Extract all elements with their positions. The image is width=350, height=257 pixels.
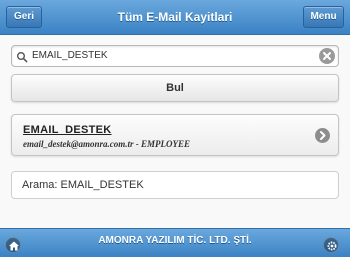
result-title: EMAIL_DESTEK (23, 124, 112, 136)
clear-icon[interactable] (319, 48, 335, 64)
back-button[interactable]: Geri (6, 6, 42, 28)
chevron-right-icon (315, 128, 330, 143)
find-button[interactable]: Bul (11, 74, 339, 102)
page-title: Tüm E-Mail Kayitlari (117, 10, 233, 24)
search-status: Arama: EMAIL_DESTEK (11, 171, 339, 199)
home-icon[interactable] (5, 237, 21, 253)
menu-button[interactable]: Menu (303, 6, 344, 28)
search-field[interactable]: EMAIL_DESTEK (11, 45, 339, 67)
footer-company-name: AMONRA YAZILIM TİC. LTD. ŞTİ. (98, 235, 252, 246)
search-input[interactable]: EMAIL_DESTEK (32, 46, 108, 66)
result-subtitle: email_destek@amonra.com.tr - EMPLOYEE (23, 139, 190, 149)
search-icon (16, 50, 28, 63)
footer-bar: AMONRA YAZILIM TİC. LTD. ŞTİ. (0, 228, 350, 257)
header-bar: Geri Tüm E-Mail Kayitlari Menu (0, 0, 350, 35)
gear-icon[interactable] (323, 237, 339, 253)
result-item[interactable]: EMAIL_DESTEK email_destek@amonra.com.tr … (11, 114, 339, 156)
